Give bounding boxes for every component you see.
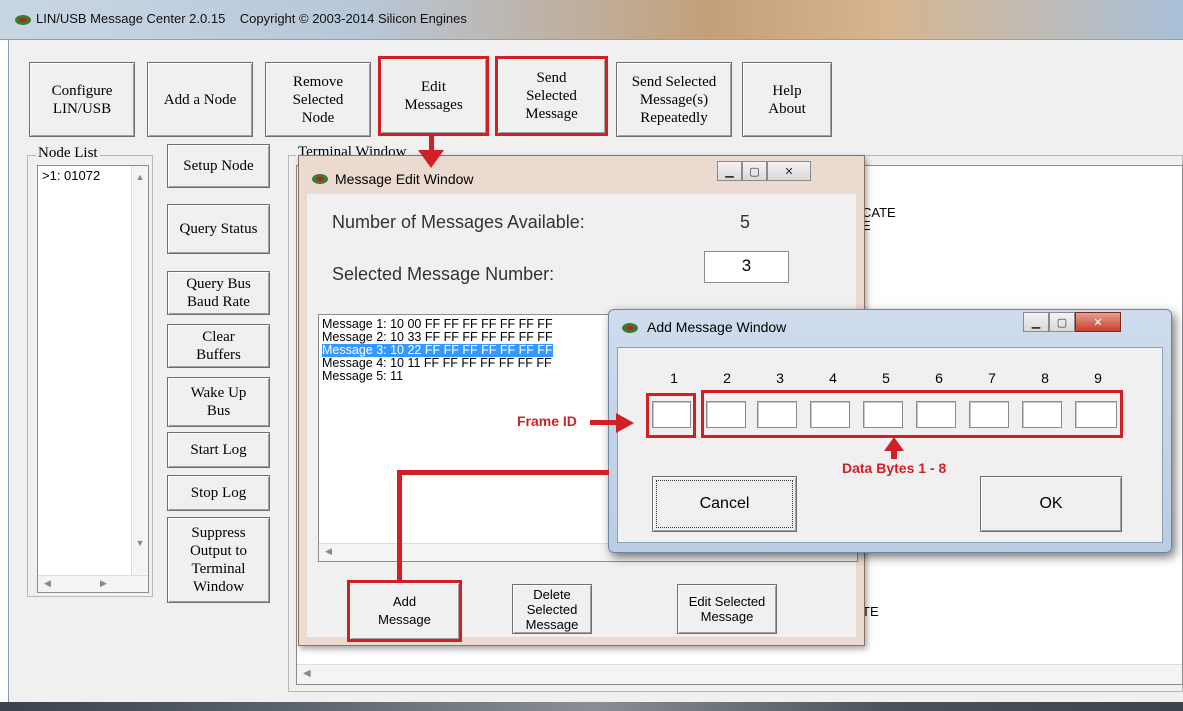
setup-node-button[interactable]: Setup Node	[167, 144, 270, 188]
scroll-left-icon[interactable]: ◀	[325, 546, 332, 557]
node-list[interactable]: >1: 01072 ▲ ▼ ◀ ▶	[37, 165, 149, 593]
column-number: 9	[1094, 370, 1102, 386]
scroll-right-icon[interactable]: ▶	[100, 578, 107, 589]
maximize-icon[interactable]: ▢	[742, 161, 767, 181]
column-number: 3	[776, 370, 784, 386]
start-log-button[interactable]: Start Log	[167, 432, 270, 468]
node-list-label: Node List	[36, 145, 100, 162]
suppress-output-button[interactable]: Suppress Output to Terminal Window	[167, 517, 270, 603]
scroll-up-icon[interactable]: ▲	[132, 172, 148, 182]
column-number: 1	[670, 370, 678, 386]
column-number: 4	[829, 370, 837, 386]
edit-selected-message-button[interactable]: Edit Selected Message	[677, 584, 777, 634]
column-number: 6	[935, 370, 943, 386]
annotation-connector-line	[397, 470, 402, 583]
frame-id-annotation: Frame ID	[517, 413, 577, 429]
app-logo-icon	[15, 15, 31, 25]
minimize-icon[interactable]: ▁	[717, 161, 742, 181]
data-byte-field[interactable]	[969, 401, 1009, 428]
annotation-arrow-shaft	[891, 450, 897, 459]
up-arrow-icon	[884, 437, 904, 451]
cancel-button[interactable]: Cancel	[652, 476, 797, 532]
selected-message-input[interactable]: 3	[704, 251, 789, 283]
column-number: 7	[988, 370, 996, 386]
selected-message-label: Selected Message Number:	[332, 264, 555, 284]
data-byte-field[interactable]	[706, 401, 746, 428]
edit-messages-button[interactable]: Edit Messages	[378, 56, 489, 136]
scroll-left-icon[interactable]: ◀	[303, 668, 311, 679]
right-arrow-icon	[616, 413, 634, 433]
delete-selected-message-button[interactable]: Delete Selected Message	[512, 584, 592, 634]
frame-id-field[interactable]	[652, 401, 691, 428]
terminal-hscrollbar[interactable]: ◀	[297, 664, 1182, 684]
configure-lin-usb-button[interactable]: Configure LIN/USB	[29, 62, 135, 137]
close-icon[interactable]: ✕	[767, 161, 811, 181]
data-byte-field[interactable]	[916, 401, 956, 428]
close-icon[interactable]: ✕	[1075, 312, 1121, 332]
node-list-hscrollbar[interactable]: ◀ ▶	[38, 575, 148, 592]
message-edit-title: Message Edit Window	[335, 171, 474, 187]
ok-button[interactable]: OK	[980, 476, 1122, 532]
down-arrow-icon	[418, 150, 444, 168]
column-number: 5	[882, 370, 890, 386]
add-message-button[interactable]: Add Message	[347, 580, 462, 642]
help-about-button[interactable]: Help About	[742, 62, 832, 137]
column-number: 2	[723, 370, 731, 386]
annotation-connector-line	[397, 470, 609, 475]
title-bar: LIN/USB Message Center 2.0.15 Copyright …	[0, 0, 1183, 40]
data-byte-field[interactable]	[1022, 401, 1062, 428]
data-byte-field[interactable]	[757, 401, 797, 428]
scroll-left-icon[interactable]: ◀	[44, 578, 51, 589]
minimize-icon[interactable]: ▁	[1023, 312, 1049, 332]
column-number: 8	[1041, 370, 1049, 386]
add-message-window: Add Message Window ▁ ▢ ✕ 1 2 3 4 5 6 7 8…	[608, 309, 1172, 553]
add-node-button[interactable]: Add a Node	[147, 62, 253, 137]
app-logo-icon	[312, 174, 328, 184]
num-available-value: 5	[740, 212, 751, 232]
data-byte-field[interactable]	[863, 401, 903, 428]
send-selected-message-button[interactable]: Send Selected Message	[495, 56, 608, 136]
send-repeatedly-button[interactable]: Send Selected Message(s) Repeatedly	[616, 62, 732, 137]
remove-selected-node-button[interactable]: Remove Selected Node	[265, 62, 371, 137]
app-logo-icon	[622, 323, 638, 333]
taskbar-strip	[0, 702, 1183, 711]
node-list-vscrollbar[interactable]: ▲ ▼	[131, 166, 148, 576]
query-bus-baud-rate-button[interactable]: Query Bus Baud Rate	[167, 271, 270, 315]
window-title: LIN/USB Message Center 2.0.15 Copyright …	[36, 11, 467, 26]
clear-buffers-button[interactable]: Clear Buffers	[167, 324, 270, 368]
scroll-down-icon[interactable]: ▼	[132, 538, 148, 548]
maximize-icon[interactable]: ▢	[1049, 312, 1075, 332]
data-byte-field[interactable]	[1075, 401, 1117, 428]
data-bytes-annotation: Data Bytes 1 - 8	[842, 460, 947, 476]
stop-log-button[interactable]: Stop Log	[167, 475, 270, 511]
add-message-title: Add Message Window	[647, 319, 787, 335]
data-byte-field[interactable]	[810, 401, 850, 428]
num-available-label: Number of Messages Available:	[332, 212, 585, 232]
wake-up-bus-button[interactable]: Wake Up Bus	[167, 377, 270, 427]
query-status-button[interactable]: Query Status	[167, 204, 270, 254]
